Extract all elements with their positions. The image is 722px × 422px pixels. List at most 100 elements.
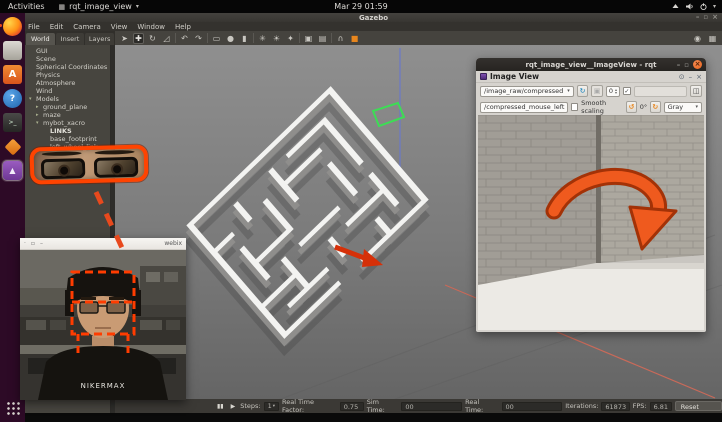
webcam-video: NIKERMAX <box>20 250 186 400</box>
ubuntu-software-icon[interactable]: A <box>3 65 22 84</box>
scale-tool-icon[interactable]: ◿ <box>161 34 172 43</box>
tree-item[interactable]: ▸ maze <box>25 111 110 119</box>
webcam-titlebar[interactable]: · ▫ – webix <box>20 238 186 250</box>
step-button[interactable]: ▶ <box>229 403 238 410</box>
redo-icon[interactable]: ↷ <box>193 34 204 43</box>
terminal-icon[interactable]: >_ <box>3 113 22 132</box>
tree-item[interactable]: ▾ mybot_xacro <box>25 119 110 127</box>
close-button[interactable]: × <box>712 13 718 22</box>
clock[interactable]: Mar 29 01:59 <box>334 2 387 11</box>
rqt-window-title: rqt_image_view__ImageView - rqt <box>525 61 656 69</box>
tree-item[interactable]: ▾ Models <box>25 95 110 103</box>
panel-tab[interactable]: World <box>26 33 55 45</box>
window-control-icon[interactable]: – <box>40 240 43 247</box>
selection-outline <box>373 103 404 126</box>
tree-item[interactable]: LINKS <box>25 127 110 135</box>
chevron-down-icon: ▾ <box>273 402 275 411</box>
copy-icon[interactable]: ▣ <box>303 34 314 43</box>
menu-item[interactable]: File <box>28 23 40 31</box>
files-icon[interactable] <box>3 41 22 60</box>
dynamic-range-checkbox[interactable]: ✓ <box>623 87 631 95</box>
publish-click-topic-field[interactable]: /compressed_mouse_left <box>480 102 568 113</box>
topic-dropdown[interactable]: /image_raw/compressed ▾ <box>480 86 574 97</box>
steps-stepper[interactable]: 1 ▾ <box>264 402 279 411</box>
tree-item[interactable]: Wind <box>25 87 110 95</box>
firefox-icon[interactable] <box>3 17 22 36</box>
expander-arrow-icon[interactable]: ▸ <box>36 111 41 119</box>
refresh-topics-button[interactable]: ↻ <box>577 85 589 97</box>
save-image-button[interactable]: ◫ <box>690 85 702 97</box>
panel-tabs: WorldInsertLayers <box>25 31 115 45</box>
save-filename-field[interactable] <box>634 86 688 97</box>
gazebo-titlebar[interactable]: Gazebo – ▫ × <box>25 13 722 22</box>
camera-image-view[interactable] <box>478 115 704 330</box>
tree-item[interactable]: Scene <box>25 55 110 63</box>
expander-arrow-icon[interactable]: ▾ <box>29 95 34 103</box>
sphere-shape-icon[interactable]: ● <box>225 34 236 43</box>
menu-item[interactable]: View <box>111 23 128 31</box>
spot-light-icon[interactable]: ☀ <box>271 34 282 43</box>
minimize-button[interactable]: – <box>677 61 681 69</box>
panel-tab[interactable]: Layers <box>85 33 114 45</box>
expander-arrow-icon[interactable]: ▸ <box>36 103 41 111</box>
activities-button[interactable]: Activities <box>8 2 45 11</box>
rqt-titlebar[interactable]: rqt_image_view__ImageView - rqt – ▫ × <box>476 58 706 71</box>
cylinder-shape-icon[interactable]: ▮ <box>239 34 250 43</box>
shirt-text: NIKERMAX <box>81 382 126 390</box>
maximize-button[interactable]: ▫ <box>684 61 689 69</box>
iterations-value: 61873 <box>601 402 629 411</box>
translate-tool-icon[interactable]: ✚ <box>133 33 144 44</box>
plot-window-icon[interactable]: ▦ <box>707 34 718 43</box>
minimize-button[interactable]: – <box>696 13 700 22</box>
system-status-area[interactable]: ▾ <box>671 2 716 11</box>
rotate-right-button[interactable]: ↻ <box>650 101 660 113</box>
rotate-left-button[interactable]: ↺ <box>626 101 636 113</box>
panel-tab[interactable]: Insert <box>56 33 85 45</box>
maximize-button[interactable]: ▫ <box>703 13 708 22</box>
expander-arrow-icon[interactable]: ▾ <box>36 119 41 127</box>
rotate-tool-icon[interactable]: ↻ <box>147 34 158 43</box>
menu-item[interactable]: Window <box>137 23 165 31</box>
tree-item[interactable]: base_footprint <box>25 135 110 143</box>
gazebo-toolbar: ➤✚↻◿ ↶↷ ▭●▮ ✳☀✦ ▣▤ ∩■ ◉ ▦ <box>115 31 722 45</box>
undo-icon[interactable]: ↶ <box>179 34 190 43</box>
align-icon[interactable]: ∩ <box>335 34 346 43</box>
show-apps-icon[interactable] <box>3 398 22 417</box>
fps-label: FPS: <box>633 402 647 410</box>
reset-time-button[interactable]: Reset Time <box>675 401 722 411</box>
plugin-float-button[interactable]: – <box>689 73 693 81</box>
tree-item[interactable]: Spherical Coordinates <box>25 63 110 71</box>
record-log-icon[interactable]: ■ <box>349 34 360 43</box>
box-shape-icon[interactable]: ▭ <box>211 34 222 43</box>
image-viewer-icon[interactable]: ▲ <box>3 161 22 180</box>
plugin-close-button[interactable]: × <box>696 73 702 81</box>
directional-light-icon[interactable]: ✦ <box>285 34 296 43</box>
tree-item[interactable]: Atmosphere <box>25 79 110 87</box>
focused-app-menu[interactable]: ▦ rqt_image_view ▾ <box>59 2 139 11</box>
real-time-label: Real Time: <box>465 398 498 413</box>
colormap-dropdown[interactable]: Gray ▾ <box>664 102 702 113</box>
menu-item[interactable]: Help <box>175 23 191 31</box>
plugin-settings-icon[interactable]: ⊙ <box>679 73 685 81</box>
close-button[interactable]: × <box>693 60 702 69</box>
paste-icon[interactable]: ▤ <box>317 34 328 43</box>
screenshot-camera-icon[interactable]: ◉ <box>692 34 703 43</box>
pause-button[interactable]: ▮▮ <box>215 403 226 410</box>
smooth-scaling-checkbox[interactable] <box>571 103 578 111</box>
help-icon[interactable]: ? <box>3 89 22 108</box>
zoom-fit-button[interactable]: ▣ <box>591 85 603 97</box>
menu-item[interactable]: Edit <box>50 23 64 31</box>
tree-item[interactable]: GUI <box>25 47 110 55</box>
tree-item[interactable]: Physics <box>25 71 110 79</box>
gazebo-icon[interactable] <box>3 137 22 156</box>
window-control-icon[interactable]: ▫ <box>31 240 35 247</box>
tree-item-label: base_footprint <box>50 135 97 143</box>
point-light-icon[interactable]: ✳ <box>257 34 268 43</box>
tree-item[interactable]: ▸ ground_plane <box>25 103 110 111</box>
select-tool-icon[interactable]: ➤ <box>119 34 130 43</box>
window-control-icon[interactable]: · <box>24 240 26 247</box>
menu-item[interactable]: Camera <box>73 23 100 31</box>
queue-size-spinbox[interactable]: 0 ▴▾ <box>606 86 620 97</box>
rtf-label: Real Time Factor: <box>282 398 337 413</box>
simulation-status-bar: ▮▮ ▶ Steps: 1 ▾ Real Time Factor: 0.75 S… <box>115 399 722 413</box>
